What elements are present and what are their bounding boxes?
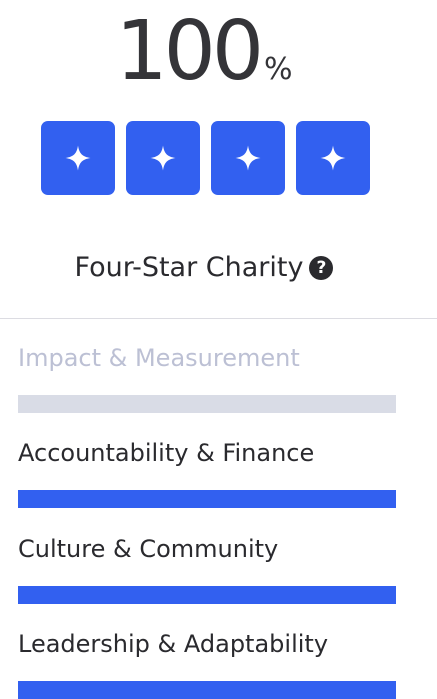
category-progress-bar: [18, 490, 396, 508]
star-icon: [211, 121, 285, 195]
category-progress-fill: [18, 586, 396, 604]
star-icon: [126, 121, 200, 195]
category-progress-bar: [18, 586, 396, 604]
star-icon: [296, 121, 370, 195]
category-label: Leadership & Adaptability: [18, 630, 329, 658]
rating-label: Four-Star Charity: [74, 252, 304, 283]
category-progress-bar: [18, 395, 396, 413]
category-label: Impact & Measurement: [18, 344, 300, 372]
rating-heading: Four-Star Charity?: [0, 248, 408, 288]
question-circle-icon[interactable]: ?: [309, 256, 334, 280]
category-progress-fill: [18, 681, 396, 699]
category-leadership-adaptability: Leadership & Adaptability: [18, 627, 396, 699]
score-value: 100: [115, 4, 264, 99]
category-culture-community: Culture & Community: [18, 532, 396, 604]
category-accountability-finance: Accountability & Finance: [18, 436, 396, 508]
category-progress-bar: [18, 681, 396, 699]
category-impact-measurement: Impact & Measurement: [18, 341, 396, 413]
score-percent-sign: %: [264, 52, 293, 87]
category-progress-fill: [18, 490, 396, 508]
category-label: Culture & Community: [18, 535, 279, 563]
star-rating: [41, 121, 370, 195]
overall-score: 100%: [0, 2, 408, 102]
category-label: Accountability & Finance: [18, 439, 315, 467]
divider: [0, 318, 437, 319]
star-icon: [41, 121, 115, 195]
